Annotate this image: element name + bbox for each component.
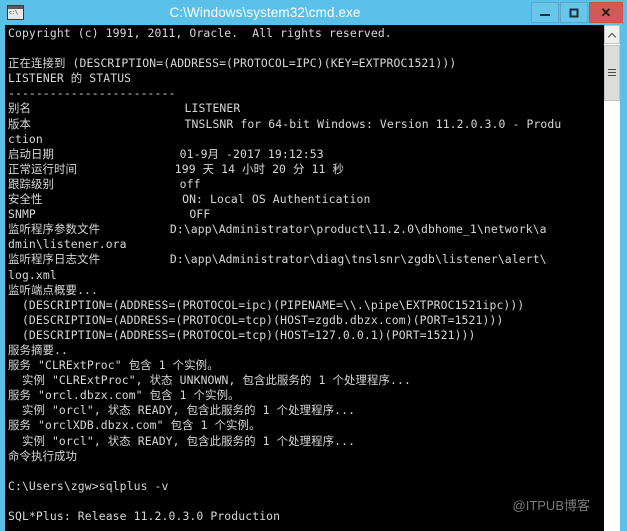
console-line: log.xml	[8, 267, 57, 282]
console-line: 别名 LISTENER	[8, 101, 241, 116]
console-line: 实例 "orcl", 状态 READY, 包含此服务的 1 个处理程序...	[8, 433, 356, 448]
console-line: 版本 TNSLSNR for 64-bit Windows: Version 1…	[8, 116, 562, 131]
console-line: 服务摘要..	[8, 342, 68, 357]
console-line: 监听程序日志文件 D:\app\Administrator\diag\tnsls…	[8, 252, 547, 267]
console-text: Copyright (c) 1991, 2011, Oracle. All ri…	[8, 26, 603, 524]
window-title: C:\Windows\system32\cmd.exe	[169, 5, 361, 20]
console-line: 安全性 ON: Local OS Authentication	[8, 192, 371, 207]
console-line: ction	[8, 131, 43, 146]
window-controls: ✕	[530, 2, 623, 23]
console-line: ------------------------	[8, 86, 176, 101]
console-line: (DESCRIPTION=(ADDRESS=(PROTOCOL=tcp)(HOS…	[8, 312, 504, 327]
console-line: 正在连接到 (DESCRIPTION=(ADDRESS=(PROTOCOL=IP…	[8, 56, 457, 71]
console-line: SNMP OFF	[8, 207, 211, 222]
console-line: dmin\listener.ora	[8, 237, 127, 252]
close-icon: ✕	[600, 4, 612, 20]
console-line: 监听端点概要...	[8, 282, 98, 297]
console-line: (DESCRIPTION=(ADDRESS=(PROTOCOL=tcp)(HOS…	[8, 327, 476, 342]
console-line: 服务 "orclXDB.dbzx.com" 包含 1 个实例。	[8, 418, 261, 433]
scroll-up-arrow-icon[interactable]	[604, 25, 620, 44]
maximize-button[interactable]	[560, 2, 588, 23]
console-line: 实例 "CLRExtProc", 状态 UNKNOWN, 包含此服务的 1 个处…	[8, 373, 411, 388]
console-line: 跟踪级别 off	[8, 176, 201, 191]
console-line: (DESCRIPTION=(ADDRESS=(PROTOCOL=ipc)(PIP…	[8, 297, 525, 312]
console-output-area[interactable]: Copyright (c) 1991, 2011, Oracle. All ri…	[5, 25, 603, 531]
console-line: 服务 "CLRExtProc" 包含 1 个实例。	[8, 358, 219, 373]
console-line: 服务 "orcl.dbzx.com" 包含 1 个实例。	[8, 388, 240, 403]
scrollbar-grip-icon	[608, 69, 616, 77]
console-line: 监听程序参数文件 D:\app\Administrator\product\11…	[8, 222, 547, 237]
console-line: 启动日期 01-9月 -2017 19:12:53	[8, 146, 324, 161]
console-line: 实例 "orcl", 状态 READY, 包含此服务的 1 个处理程序...	[8, 403, 356, 418]
watermark: @ITPUB博客	[512, 498, 590, 513]
vertical-scrollbar[interactable]	[603, 25, 620, 531]
console-line: C:\Users\zgw>sqlplus -v	[8, 478, 169, 493]
cmd-console-icon	[7, 5, 24, 20]
cmd-window: C:\Windows\system32\cmd.exe ✕ Copyright …	[0, 0, 627, 531]
console-line: Copyright (c) 1991, 2011, Oracle. All ri…	[8, 26, 392, 40]
console-line: 命令执行成功	[8, 448, 78, 463]
maximize-icon	[569, 8, 579, 17]
scrollbar-track[interactable]	[604, 102, 620, 531]
close-button[interactable]: ✕	[589, 2, 623, 23]
minimize-icon	[540, 13, 550, 16]
console-line: LISTENER 的 STATUS	[8, 71, 132, 86]
title-bar[interactable]: C:\Windows\system32\cmd.exe ✕	[0, 0, 627, 25]
console-line: 正常运行时间 199 天 14 小时 20 分 11 秒	[8, 161, 344, 176]
minimize-button[interactable]	[531, 2, 559, 23]
scrollbar-thumb[interactable]	[604, 45, 620, 101]
